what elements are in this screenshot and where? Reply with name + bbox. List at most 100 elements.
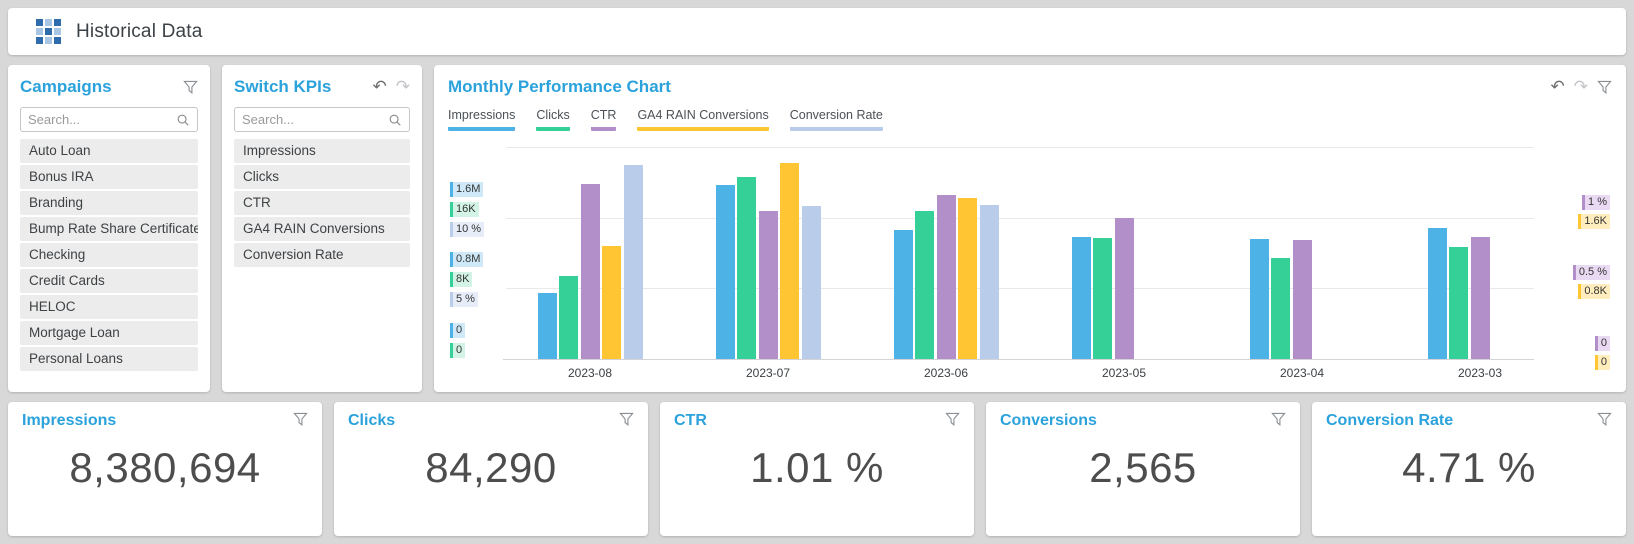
chart-x-axis-line xyxy=(503,359,1534,360)
switch-kpis-search xyxy=(234,107,410,132)
kpi-card-value: 2,565 xyxy=(1000,444,1286,492)
bar-clicks-2023-08[interactable] xyxy=(559,276,578,359)
campaign-item-personal-loans[interactable]: Personal Loans xyxy=(20,347,198,371)
filter-icon[interactable] xyxy=(1271,412,1286,427)
bar-impressions-2023-07[interactable] xyxy=(716,185,735,359)
grid-icon-square xyxy=(54,37,61,44)
campaign-item-mortgage-loan[interactable]: Mortgage Loan xyxy=(20,321,198,345)
kpi-card-title: Impressions xyxy=(22,412,116,430)
undo-icon[interactable]: ↶ xyxy=(373,79,387,95)
kpi-card-value: 84,290 xyxy=(348,444,634,492)
main-row: Campaigns Auto LoanBonus IRABrandingBump… xyxy=(8,65,1626,392)
kpi-item-clicks[interactable]: Clicks xyxy=(234,165,410,189)
grid-icon-square xyxy=(45,19,52,26)
kpi-item-ctr[interactable]: CTR xyxy=(234,191,410,215)
filter-icon[interactable] xyxy=(945,412,960,427)
campaign-item-auto-loan[interactable]: Auto Loan xyxy=(20,139,198,163)
grid-icon-square xyxy=(36,28,43,35)
bar-clicks-2023-03[interactable] xyxy=(1449,247,1468,359)
kpi-card-conversion-rate: Conversion Rate 4.71 % xyxy=(1312,402,1626,536)
kpi-item-impressions[interactable]: Impressions xyxy=(234,139,410,163)
bar-ctr-2023-07[interactable] xyxy=(759,211,778,359)
switch-kpis-title: Switch KPIs xyxy=(234,77,331,97)
bar-clicks-2023-04[interactable] xyxy=(1271,258,1290,359)
bar-ga4-rain-conversions-2023-07[interactable] xyxy=(780,163,799,359)
chart-title: Monthly Performance Chart xyxy=(448,77,671,97)
bar-impressions-2023-04[interactable] xyxy=(1250,239,1269,359)
bar-impressions-2023-06[interactable] xyxy=(894,230,913,359)
bar-impressions-2023-05[interactable] xyxy=(1072,237,1091,359)
bar-clicks-2023-06[interactable] xyxy=(915,211,934,358)
legend-item-clicks[interactable]: Clicks xyxy=(536,108,569,131)
bar-ga4-rain-conversions-2023-06[interactable] xyxy=(958,198,977,359)
kpi-card-value: 4.71 % xyxy=(1326,444,1612,492)
campaign-item-checking[interactable]: Checking xyxy=(20,243,198,267)
axis-tick-ga4-rain-conversions: 0 xyxy=(1595,355,1610,370)
kpi-card-title: Conversion Rate xyxy=(1326,412,1453,430)
filter-icon[interactable] xyxy=(1597,412,1612,427)
chart-gridline xyxy=(506,288,1534,289)
axis-tick-ga4-rain-conversions: 1.6K xyxy=(1578,214,1610,229)
undo-icon[interactable]: ↶ xyxy=(1551,79,1565,95)
axis-tick-ctr: 0.5 % xyxy=(1573,265,1610,280)
kpi-card-clicks: Clicks 84,290 xyxy=(334,402,648,536)
filter-icon[interactable] xyxy=(293,412,308,427)
campaign-item-credit-cards[interactable]: Credit Cards xyxy=(20,269,198,293)
kpi-card-title: Clicks xyxy=(348,412,395,430)
bar-conversion-rate-2023-06[interactable] xyxy=(980,205,999,359)
x-axis-label: 2023-07 xyxy=(723,366,813,380)
kpi-card-value: 1.01 % xyxy=(674,444,960,492)
dashboard-page: Historical Data Campaigns Auto LoanBonus… xyxy=(0,0,1634,544)
bar-clicks-2023-07[interactable] xyxy=(737,177,756,359)
bar-ga4-rain-conversions-2023-08[interactable] xyxy=(602,246,621,359)
bar-impressions-2023-08[interactable] xyxy=(538,293,557,359)
legend-item-ctr[interactable]: CTR xyxy=(591,108,617,131)
bar-ctr-2023-04[interactable] xyxy=(1293,240,1312,359)
campaign-item-branding[interactable]: Branding xyxy=(20,191,198,215)
kpi-card-title: Conversions xyxy=(1000,412,1097,430)
bar-conversion-rate-2023-07[interactable] xyxy=(802,206,821,358)
grid-icon-square xyxy=(36,37,43,44)
axis-tick-ctr: 1 % xyxy=(1582,195,1610,210)
bar-clicks-2023-05[interactable] xyxy=(1093,238,1112,359)
app-header: Historical Data xyxy=(8,8,1626,55)
grid-icon-square xyxy=(54,28,61,35)
page-title: Historical Data xyxy=(76,21,203,43)
campaign-item-heloc[interactable]: HELOC xyxy=(20,295,198,319)
grid-icon-square xyxy=(54,19,61,26)
kpi-item-ga4-rain-conversions[interactable]: GA4 RAIN Conversions xyxy=(234,217,410,241)
kpi-cards-row: Impressions 8,380,694 Clicks 84,290 CTR … xyxy=(8,402,1626,536)
filter-icon[interactable] xyxy=(1597,80,1612,95)
bar-ctr-2023-06[interactable] xyxy=(937,195,956,359)
axis-tick-conversion-rate: 10 % xyxy=(450,222,484,237)
campaign-item-bonus-ira[interactable]: Bonus IRA xyxy=(20,165,198,189)
axis-tick-ga4-rain-conversions: 0.8K xyxy=(1578,284,1610,299)
campaign-item-bump-rate-share-certificate[interactable]: Bump Rate Share Certificate xyxy=(20,217,198,241)
kpi-card-impressions: Impressions 8,380,694 xyxy=(8,402,322,536)
bar-ctr-2023-05[interactable] xyxy=(1115,218,1134,359)
legend-item-conversion-rate[interactable]: Conversion Rate xyxy=(790,108,883,131)
switch-kpis-panel: Switch KPIs ↶ ↷ ImpressionsClicksCTRGA4 … xyxy=(222,65,422,392)
chart-gridline xyxy=(506,218,1534,219)
chart-legend: Impressions Clicks CTR GA4 RAIN Conversions… xyxy=(448,108,1612,131)
filter-icon[interactable] xyxy=(619,412,634,427)
grid-icon-square xyxy=(45,37,52,44)
bar-conversion-rate-2023-08[interactable] xyxy=(624,165,643,358)
filter-icon[interactable] xyxy=(183,80,198,95)
legend-item-impressions[interactable]: Impressions xyxy=(448,108,515,131)
kpi-card-conversions: Conversions 2,565 xyxy=(986,402,1300,536)
kpi-item-conversion-rate[interactable]: Conversion Rate xyxy=(234,243,410,267)
campaigns-search-input[interactable] xyxy=(28,112,176,127)
bar-ctr-2023-03[interactable] xyxy=(1471,237,1490,358)
kpi-card-value: 8,380,694 xyxy=(22,444,308,492)
campaigns-search xyxy=(20,107,198,132)
campaigns-list: Auto LoanBonus IRABrandingBump Rate Shar… xyxy=(20,139,198,373)
bar-ctr-2023-08[interactable] xyxy=(581,184,600,359)
redo-icon[interactable]: ↷ xyxy=(1574,79,1588,95)
redo-icon[interactable]: ↷ xyxy=(396,79,410,95)
legend-item-ga4-rain-conversions[interactable]: GA4 RAIN Conversions xyxy=(637,108,768,131)
bar-impressions-2023-03[interactable] xyxy=(1428,228,1447,359)
kpi-card-ctr: CTR 1.01 % xyxy=(660,402,974,536)
x-axis-label: 2023-03 xyxy=(1435,366,1525,380)
switch-kpis-search-input[interactable] xyxy=(242,112,388,127)
